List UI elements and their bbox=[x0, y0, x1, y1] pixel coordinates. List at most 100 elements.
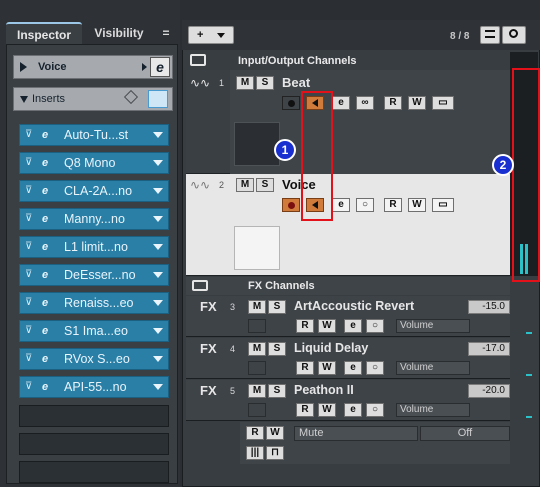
track-picture[interactable] bbox=[234, 226, 280, 270]
fx-channel-row[interactable]: FX 3 M S ArtAccoustic Revert -15.0 R We ○ Volume bbox=[186, 296, 532, 337]
write-button[interactable]: W bbox=[408, 198, 426, 212]
bypass-toggle-icon[interactable]: ⊽ bbox=[25, 265, 32, 285]
track-picture[interactable] bbox=[234, 122, 280, 166]
insert-slot[interactable]: ⊽ e RVox S...eo bbox=[19, 348, 169, 370]
chevron-down-icon[interactable] bbox=[153, 160, 163, 166]
chevron-down-icon[interactable] bbox=[153, 384, 163, 390]
bypass-toggle-icon[interactable]: ⊽ bbox=[25, 209, 32, 229]
list-view-icon[interactable] bbox=[480, 26, 500, 44]
insert-slot[interactable]: ⊽ e API-55...no bbox=[19, 376, 169, 398]
write-button[interactable]: W bbox=[318, 319, 336, 333]
record-button[interactable] bbox=[282, 198, 300, 212]
write-button[interactable]: W bbox=[318, 403, 336, 417]
edit-icon[interactable]: e bbox=[42, 265, 48, 285]
read-button[interactable]: R bbox=[296, 361, 314, 375]
chevron-down-icon[interactable] bbox=[153, 300, 163, 306]
insert-slot[interactable]: ⊽ e S1 Ima...eo bbox=[19, 320, 169, 342]
read-button[interactable]: R bbox=[384, 198, 402, 212]
bypass-toggle-icon[interactable]: ⊽ bbox=[25, 349, 32, 369]
folder-io[interactable]: Input/Output Channels bbox=[186, 52, 510, 70]
write-button[interactable]: W bbox=[408, 96, 426, 110]
edit-icon[interactable]: e bbox=[42, 209, 48, 229]
bypass-icon[interactable] bbox=[123, 89, 139, 105]
mute-button[interactable]: M bbox=[236, 178, 254, 192]
monitor-button[interactable] bbox=[248, 319, 266, 333]
solo-button[interactable]: S bbox=[268, 300, 286, 314]
empty-insert-slot[interactable] bbox=[19, 433, 169, 455]
edit-channel-button[interactable]: e bbox=[344, 361, 362, 375]
bypass-toggle-icon[interactable]: ⊽ bbox=[25, 181, 32, 201]
empty-insert-slot[interactable] bbox=[19, 461, 169, 483]
read-button[interactable]: R bbox=[246, 426, 264, 440]
bypass-toggle-icon[interactable]: ⊽ bbox=[25, 321, 32, 341]
read-button[interactable]: R bbox=[296, 403, 314, 417]
insert-slot[interactable]: ⊽ e Q8 Mono bbox=[19, 152, 169, 174]
monitor-button[interactable] bbox=[248, 403, 266, 417]
solo-button[interactable]: S bbox=[256, 76, 274, 90]
solo-button[interactable]: S bbox=[268, 384, 286, 398]
keyboard-icon[interactable]: ▭ bbox=[432, 198, 454, 212]
mute-button[interactable]: M bbox=[236, 76, 254, 90]
fx-channel-row[interactable]: FX 5 M S Peathon II -20.0 R We ○ Volume bbox=[186, 380, 532, 421]
link-icon[interactable]: ∞ bbox=[356, 96, 374, 110]
search-icon[interactable] bbox=[502, 26, 526, 44]
edit-icon[interactable]: e bbox=[42, 125, 48, 145]
edit-channel-button[interactable]: e bbox=[332, 96, 350, 110]
fx-channel-row[interactable]: FX 4 M S Liquid Delay -17.0 R We ○ Volume bbox=[186, 338, 532, 379]
volume-value[interactable]: -20.0 bbox=[468, 384, 510, 398]
edit-channel-button[interactable]: e bbox=[344, 319, 362, 333]
chevron-down-icon[interactable] bbox=[153, 356, 163, 362]
insert-settings-icon[interactable] bbox=[148, 90, 168, 108]
edit-icon[interactable]: e bbox=[42, 321, 48, 341]
track-row[interactable]: ∿∿ 1 M S Beat e ∞ R W ▭ bbox=[186, 70, 510, 174]
link-icon[interactable]: ○ bbox=[366, 319, 384, 333]
insert-slot[interactable]: ⊽ e L1 limit...no bbox=[19, 236, 169, 258]
read-button[interactable]: R bbox=[296, 319, 314, 333]
edit-icon[interactable]: e bbox=[42, 349, 48, 369]
chevron-down-icon[interactable] bbox=[153, 244, 163, 250]
folder-fx[interactable]: FX Channels bbox=[186, 277, 510, 295]
volume-field[interactable]: Volume bbox=[396, 319, 470, 333]
edit-icon[interactable]: e bbox=[42, 377, 48, 397]
bypass-toggle-icon[interactable]: ⊽ bbox=[25, 153, 32, 173]
insert-slot[interactable]: ⊽ e Manny...no bbox=[19, 208, 169, 230]
volume-field[interactable]: Volume bbox=[396, 403, 470, 417]
volume-value[interactable]: -15.0 bbox=[468, 300, 510, 314]
chevron-down-icon[interactable] bbox=[153, 188, 163, 194]
link-icon[interactable]: ○ bbox=[366, 403, 384, 417]
volume-field[interactable]: Volume bbox=[396, 361, 470, 375]
edit-icon[interactable]: e bbox=[42, 293, 48, 313]
chevron-down-icon[interactable] bbox=[153, 328, 163, 334]
volume-value[interactable]: -17.0 bbox=[468, 342, 510, 356]
bypass-toggle-icon[interactable]: ⊽ bbox=[25, 377, 32, 397]
track-row-selected[interactable]: ∿∿ 2 M S Voice e ○ R W ▭ bbox=[186, 174, 510, 276]
off-field[interactable]: Off bbox=[420, 426, 510, 441]
chevron-down-icon[interactable] bbox=[153, 132, 163, 138]
edit-icon[interactable]: e bbox=[42, 237, 48, 257]
link-icon[interactable]: ○ bbox=[356, 198, 374, 212]
read-button[interactable]: R bbox=[384, 96, 402, 110]
insert-slot[interactable]: ⊽ e Auto-Tu...st bbox=[19, 124, 169, 146]
inspector-track-header[interactable]: Voice e bbox=[13, 55, 173, 79]
keyboard-icon[interactable]: ▭ bbox=[432, 96, 454, 110]
link-icon[interactable]: ○ bbox=[366, 361, 384, 375]
solo-button[interactable]: S bbox=[268, 342, 286, 356]
solo-button[interactable]: S bbox=[256, 178, 274, 192]
monitor-button[interactable] bbox=[248, 361, 266, 375]
lock-icon[interactable]: ⊓ bbox=[266, 446, 284, 460]
insert-slot[interactable]: ⊽ e CLA-2A...no bbox=[19, 180, 169, 202]
bypass-toggle-icon[interactable]: ⊽ bbox=[25, 293, 32, 313]
edit-icon[interactable]: e bbox=[150, 57, 170, 77]
bars-icon[interactable]: ||| bbox=[246, 446, 264, 460]
bypass-toggle-icon[interactable]: ⊽ bbox=[25, 125, 32, 145]
write-button[interactable]: W bbox=[318, 361, 336, 375]
inspector-menu-button[interactable]: = bbox=[156, 22, 176, 44]
bypass-toggle-icon[interactable]: ⊽ bbox=[25, 237, 32, 257]
tab-visibility[interactable]: Visibility bbox=[86, 22, 152, 44]
chevron-down-icon[interactable] bbox=[153, 272, 163, 278]
mute-button[interactable]: M bbox=[248, 300, 266, 314]
mute-button[interactable]: M bbox=[248, 384, 266, 398]
write-button[interactable]: W bbox=[266, 426, 284, 440]
mute-button[interactable]: M bbox=[248, 342, 266, 356]
empty-insert-slot[interactable] bbox=[19, 405, 169, 427]
